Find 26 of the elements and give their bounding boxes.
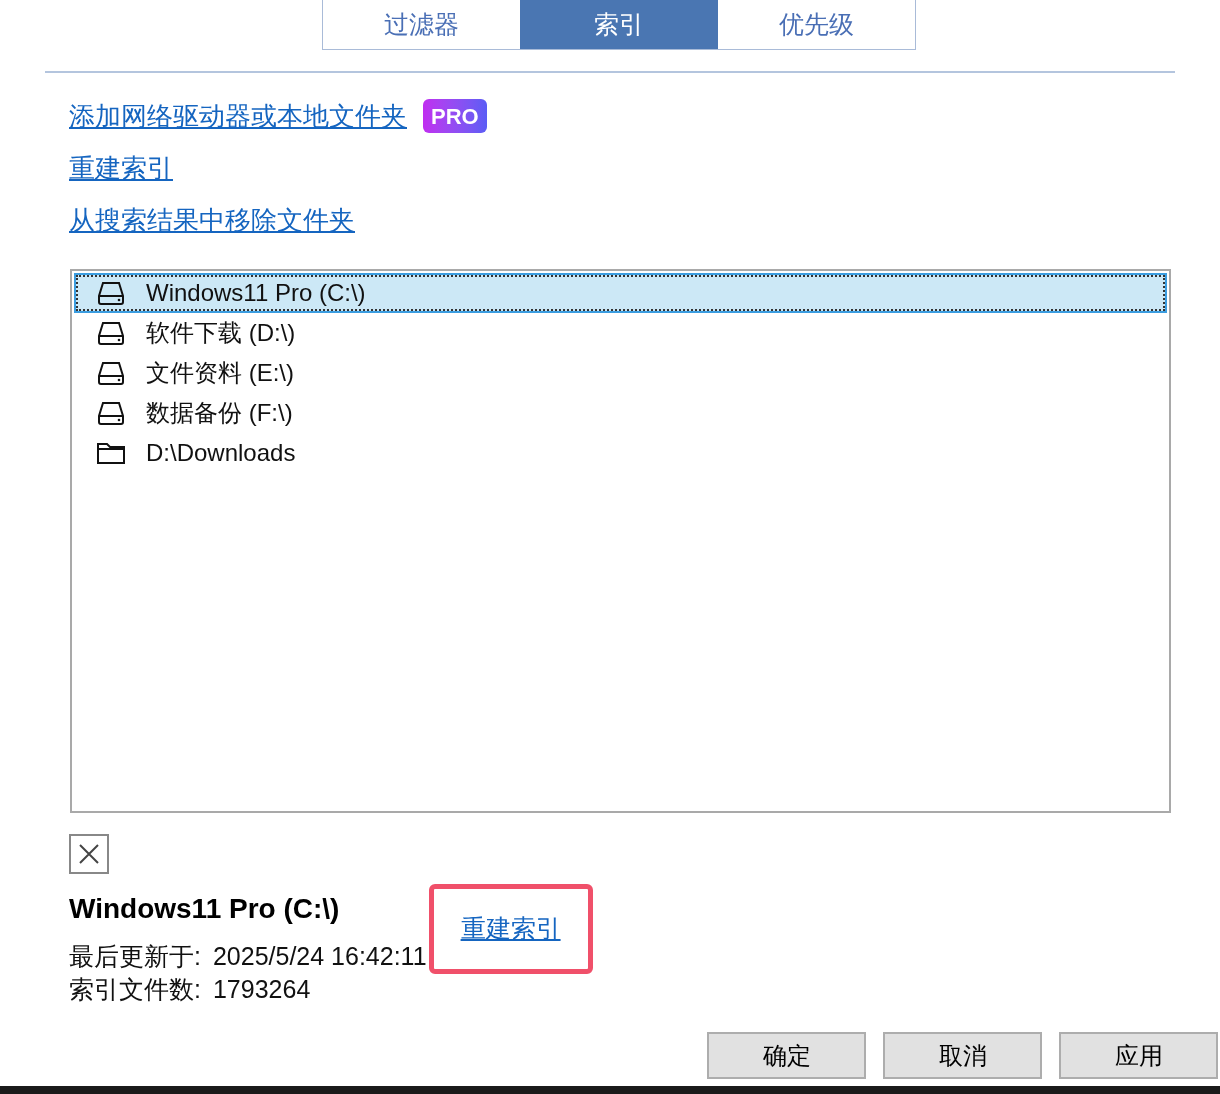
- dialog-button[interactable]: 应用: [1059, 1032, 1218, 1079]
- location-item[interactable]: 数据备份 (F:\): [74, 393, 1167, 433]
- link[interactable]: 从搜索结果中移除文件夹: [69, 200, 355, 240]
- link[interactable]: 添加网络驱动器或本地文件夹: [69, 96, 407, 136]
- folder-icon: [96, 440, 126, 466]
- remove-button[interactable]: [69, 834, 109, 874]
- drive-icon: [96, 400, 126, 426]
- drive-title: Windows11 Pro (C:\): [69, 892, 341, 926]
- drive-icon: [96, 320, 126, 346]
- location-item[interactable]: D:\Downloads: [74, 433, 1167, 473]
- link[interactable]: 重建索引: [69, 148, 173, 188]
- info-value: 2025/5/24 16:42:11: [212, 941, 427, 972]
- info-value: 1793264: [212, 974, 312, 1005]
- rebuild-index-link[interactable]: 重建索引: [460, 910, 561, 948]
- location-item[interactable]: 文件资料 (E:\): [74, 353, 1167, 393]
- drive-icon: [96, 360, 126, 386]
- pro-badge: PRO: [423, 99, 487, 133]
- drive-icon: [96, 280, 126, 306]
- tab[interactable]: 索引: [520, 0, 718, 49]
- close-icon: [78, 843, 100, 865]
- info-label: 索引文件数:: [69, 974, 201, 1005]
- info-label: 最后更新于:: [69, 941, 201, 972]
- dialog-button[interactable]: 取消: [883, 1032, 1042, 1079]
- dialog-button[interactable]: 确定: [707, 1032, 866, 1079]
- location-item[interactable]: Windows11 Pro (C:\): [74, 273, 1167, 313]
- location-item[interactable]: 软件下载 (D:\): [74, 313, 1167, 353]
